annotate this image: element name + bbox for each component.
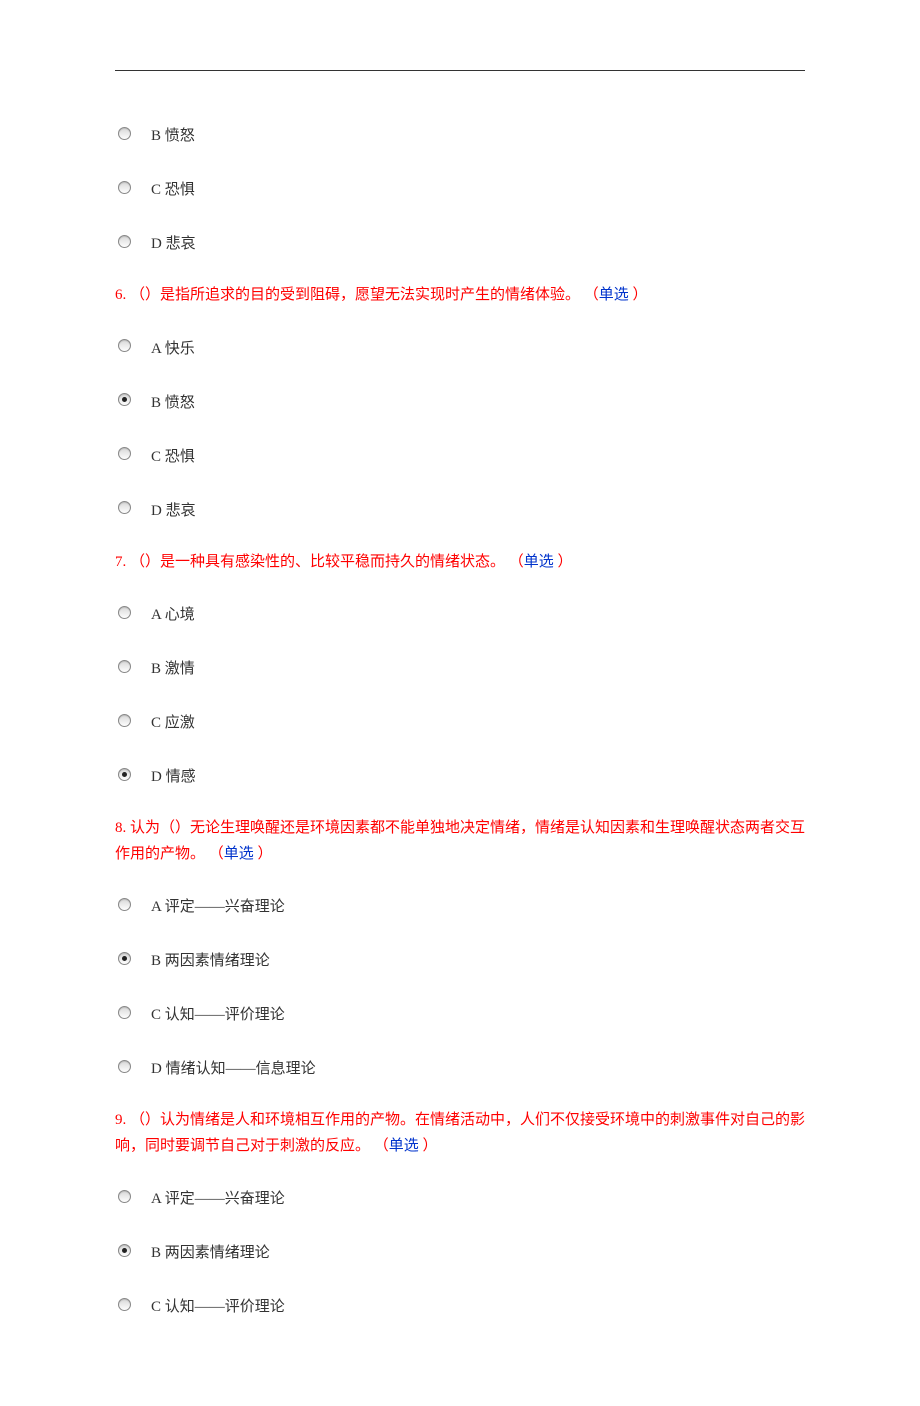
- type-bracket-open: （: [584, 287, 599, 303]
- option-label: C 认知——评价理论: [151, 1292, 285, 1316]
- radio-button[interactable]: [118, 127, 131, 140]
- question-body: （）是指所追求的目的受到阻碍，愿望无法实现时产生的情绪体验。: [130, 287, 584, 303]
- option-row: D 悲哀: [118, 496, 805, 520]
- option-label: D 情感: [151, 762, 196, 786]
- question-type-label: 单选: [524, 554, 554, 570]
- radio-button[interactable]: [118, 1060, 131, 1073]
- option-label: A 评定——兴奋理论: [151, 1184, 285, 1208]
- radio-button[interactable]: [118, 447, 131, 460]
- type-bracket-open: （: [509, 554, 524, 570]
- type-bracket-close: ）: [554, 554, 573, 570]
- option-label: C 恐惧: [151, 442, 195, 466]
- radio-button[interactable]: [118, 1298, 131, 1311]
- option-label: C 恐惧: [151, 175, 195, 199]
- option-row: C 恐惧: [118, 175, 805, 199]
- option-row: C 认知——评价理论: [118, 1292, 805, 1316]
- option-label: C 认知——评价理论: [151, 1000, 285, 1024]
- question-body: （）认为情绪是人和环境相互作用的产物。在情绪活动中，人们不仅接受环境中的刺激事件…: [115, 1112, 805, 1154]
- option-label: A 快乐: [151, 334, 195, 358]
- question-type-label: 单选: [389, 1138, 419, 1154]
- option-row: A 心境: [118, 600, 805, 624]
- option-label: D 悲哀: [151, 229, 196, 253]
- radio-button[interactable]: [118, 235, 131, 248]
- type-bracket-open: （: [209, 846, 224, 862]
- option-label: B 两因素情绪理论: [151, 1238, 270, 1262]
- option-label: B 愤怒: [151, 388, 195, 412]
- option-row: B 两因素情绪理论: [118, 1238, 805, 1262]
- option-label: D 悲哀: [151, 496, 196, 520]
- type-bracket-close: ）: [254, 846, 273, 862]
- option-row: A 快乐: [118, 334, 805, 358]
- question-type-label: 单选: [224, 846, 254, 862]
- question-text: 7. （）是一种具有感染性的、比较平稳而持久的情绪状态。 （单选 ）: [115, 550, 805, 576]
- radio-button[interactable]: [118, 898, 131, 911]
- option-label: B 激情: [151, 654, 195, 678]
- radio-button[interactable]: [118, 339, 131, 352]
- option-row: B 激情: [118, 654, 805, 678]
- radio-button[interactable]: [118, 768, 131, 781]
- option-row: D 悲哀: [118, 229, 805, 253]
- option-row: C 认知——评价理论: [118, 1000, 805, 1024]
- option-label: B 愤怒: [151, 121, 195, 145]
- type-bracket-open: （: [374, 1138, 389, 1154]
- option-label: B 两因素情绪理论: [151, 946, 270, 970]
- option-row: C 恐惧: [118, 442, 805, 466]
- radio-button[interactable]: [118, 181, 131, 194]
- question-text: 8. 认为（）无论生理唤醒还是环境因素都不能单独地决定情绪，情绪是认知因素和生理…: [115, 816, 805, 867]
- radio-button[interactable]: [118, 1006, 131, 1019]
- option-row: C 应激: [118, 708, 805, 732]
- question-text: 9. （）认为情绪是人和环境相互作用的产物。在情绪活动中，人们不仅接受环境中的刺…: [115, 1108, 805, 1159]
- option-row: A 评定——兴奋理论: [118, 1184, 805, 1208]
- radio-button[interactable]: [118, 606, 131, 619]
- option-label: D 情绪认知——信息理论: [151, 1054, 316, 1078]
- quiz-content: B 愤怒 C 恐惧 D 悲哀 6. （）是指所追求的目的受到阻碍，愿望无法实现时产生的…: [115, 121, 805, 1316]
- option-row: D 情绪认知——信息理论: [118, 1054, 805, 1078]
- question-number: 9.: [115, 1112, 130, 1128]
- radio-button[interactable]: [118, 714, 131, 727]
- option-row: B 愤怒: [118, 388, 805, 412]
- option-row: B 愤怒: [118, 121, 805, 145]
- question-body: （）是一种具有感染性的、比较平稳而持久的情绪状态。: [130, 554, 509, 570]
- option-label: C 应激: [151, 708, 195, 732]
- question-number: 6.: [115, 287, 130, 303]
- question-number: 8.: [115, 820, 130, 836]
- radio-button[interactable]: [118, 660, 131, 673]
- option-label: A 心境: [151, 600, 195, 624]
- type-bracket-close: ）: [629, 287, 648, 303]
- radio-button[interactable]: [118, 1190, 131, 1203]
- question-type-label: 单选: [599, 287, 629, 303]
- radio-button[interactable]: [118, 952, 131, 965]
- question-text: 6. （）是指所追求的目的受到阻碍，愿望无法实现时产生的情绪体验。 （单选 ）: [115, 283, 805, 309]
- radio-button[interactable]: [118, 1244, 131, 1257]
- radio-button[interactable]: [118, 393, 131, 406]
- question-number: 7.: [115, 554, 130, 570]
- option-row: B 两因素情绪理论: [118, 946, 805, 970]
- option-row: A 评定——兴奋理论: [118, 892, 805, 916]
- type-bracket-close: ）: [419, 1138, 438, 1154]
- option-row: D 情感: [118, 762, 805, 786]
- option-label: A 评定——兴奋理论: [151, 892, 285, 916]
- page-divider: [115, 70, 805, 71]
- radio-button[interactable]: [118, 501, 131, 514]
